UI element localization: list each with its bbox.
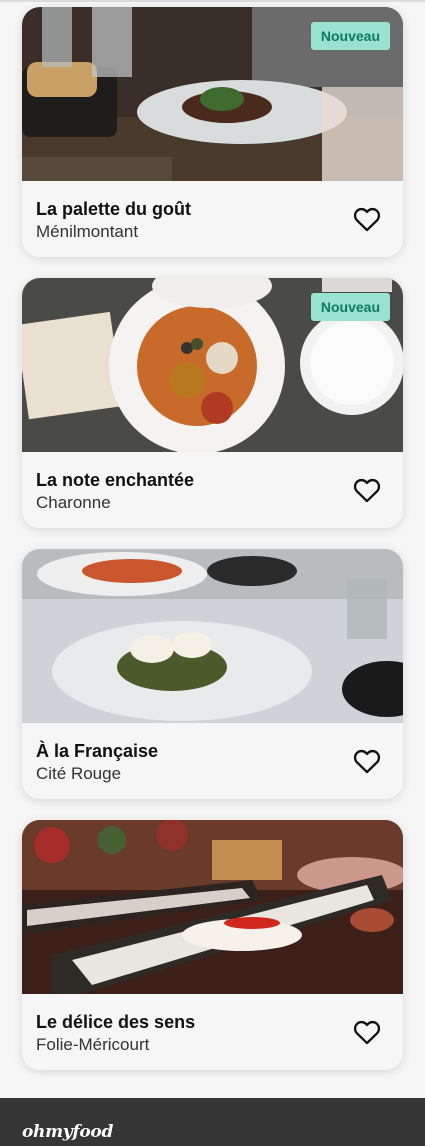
restaurant-photo: [22, 549, 403, 723]
restaurant-area: Ménilmontant: [36, 222, 139, 241]
restaurant-name: À la Française: [36, 741, 159, 761]
heart-outline-icon[interactable]: [353, 477, 381, 503]
restaurant-info: La palette du goût Ménilmontant: [22, 181, 403, 257]
restaurant-photo: [22, 820, 403, 994]
heart-outline-icon[interactable]: [353, 1019, 381, 1045]
top-divider: [0, 0, 425, 2]
restaurant-name: La palette du goût: [36, 199, 191, 219]
restaurant-info: La note enchantée Charonne: [22, 452, 403, 528]
restaurant-photo: Nouveau: [22, 7, 403, 181]
heart-outline-icon[interactable]: [353, 206, 381, 232]
new-badge: Nouveau: [310, 293, 390, 321]
restaurant-name: Le délice des sens: [36, 1012, 196, 1032]
footer: ohmyfood: [0, 1098, 425, 1146]
restaurant-photo: Nouveau: [22, 278, 403, 452]
restaurant-card[interactable]: À la Française Cité Rouge: [22, 549, 403, 799]
restaurant-area: Charonne: [36, 493, 111, 512]
restaurant-area: Folie-Méricourt: [36, 1035, 150, 1054]
heart-outline-icon[interactable]: [353, 748, 381, 774]
restaurant-info: À la Française Cité Rouge: [22, 723, 403, 799]
restaurant-info: Le délice des sens Folie-Méricourt: [22, 994, 403, 1070]
footer-logo[interactable]: ohmyfood: [22, 1122, 113, 1142]
restaurant-area: Cité Rouge: [36, 764, 122, 783]
restaurant-card[interactable]: Nouveau La note enchantée Charonne: [22, 278, 403, 528]
restaurant-name: La note enchantée: [36, 470, 195, 490]
restaurant-card[interactable]: Le délice des sens Folie-Méricourt: [22, 820, 403, 1070]
restaurant-card[interactable]: Nouveau La palette du goût Ménilmontant: [22, 7, 403, 257]
restaurant-list: Nouveau La palette du goût Ménilmontant: [22, 7, 403, 1091]
new-badge: Nouveau: [310, 22, 390, 50]
